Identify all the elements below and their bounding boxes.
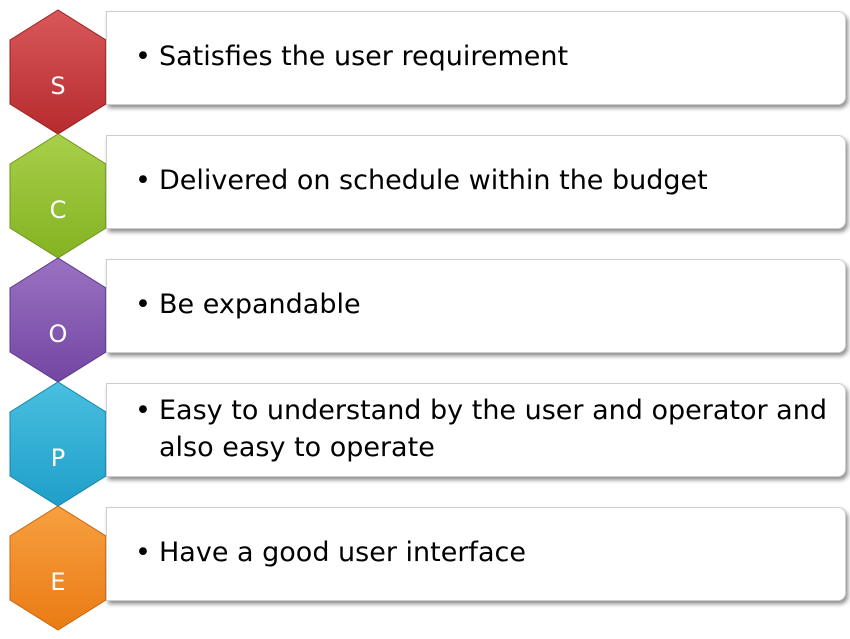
list-item-label: Have a good user interface — [159, 537, 526, 568]
list-item-card: • Be expandable — [106, 259, 846, 353]
list-item-card: • Have a good user interface — [106, 507, 846, 601]
list-item-label: Satisfies the user requirement — [159, 41, 569, 72]
list-row-e: E • Have a good user interface — [0, 505, 850, 631]
bullet-mark: • — [135, 41, 151, 72]
chevron-letter: P — [50, 444, 66, 472]
list-item-label: Delivered on schedule within the budget — [159, 165, 708, 196]
list-item-card: • Satisfies the user requirement — [106, 11, 846, 105]
bullet-mark: • — [135, 289, 151, 320]
bullet-mark: • — [135, 165, 151, 196]
list-item-text: • Satisfies the user requirement — [135, 38, 839, 75]
list-item-text: • Be expandable — [135, 286, 839, 323]
list-row-p: P • Easy to understand by the user and o… — [0, 381, 850, 507]
bullet-mark: • — [135, 537, 151, 568]
list-item-text: • Delivered on schedule within the budge… — [135, 162, 839, 199]
bullet-mark: • — [135, 395, 151, 426]
list-row-o: O • Be expandable — [0, 257, 850, 383]
list-row-s: S • Satisfies the user requirement — [0, 9, 850, 135]
list-item-card: • Easy to understand by the user and ope… — [106, 383, 846, 477]
list-item-label: Easy to understand by the user and opera… — [159, 395, 827, 463]
list-item-label: Be expandable — [159, 289, 361, 320]
chevron-letter: S — [50, 72, 66, 100]
list-item-card: • Delivered on schedule within the budge… — [106, 135, 846, 229]
chevron-letter: O — [48, 320, 68, 348]
chevron-letter: E — [50, 568, 66, 596]
list-item-text: • Easy to understand by the user and ope… — [135, 392, 839, 466]
list-item-text: • Have a good user interface — [135, 534, 839, 571]
list-row-c: C • Delivered on schedule within the bud… — [0, 133, 850, 259]
chevron-letter: C — [49, 196, 67, 224]
